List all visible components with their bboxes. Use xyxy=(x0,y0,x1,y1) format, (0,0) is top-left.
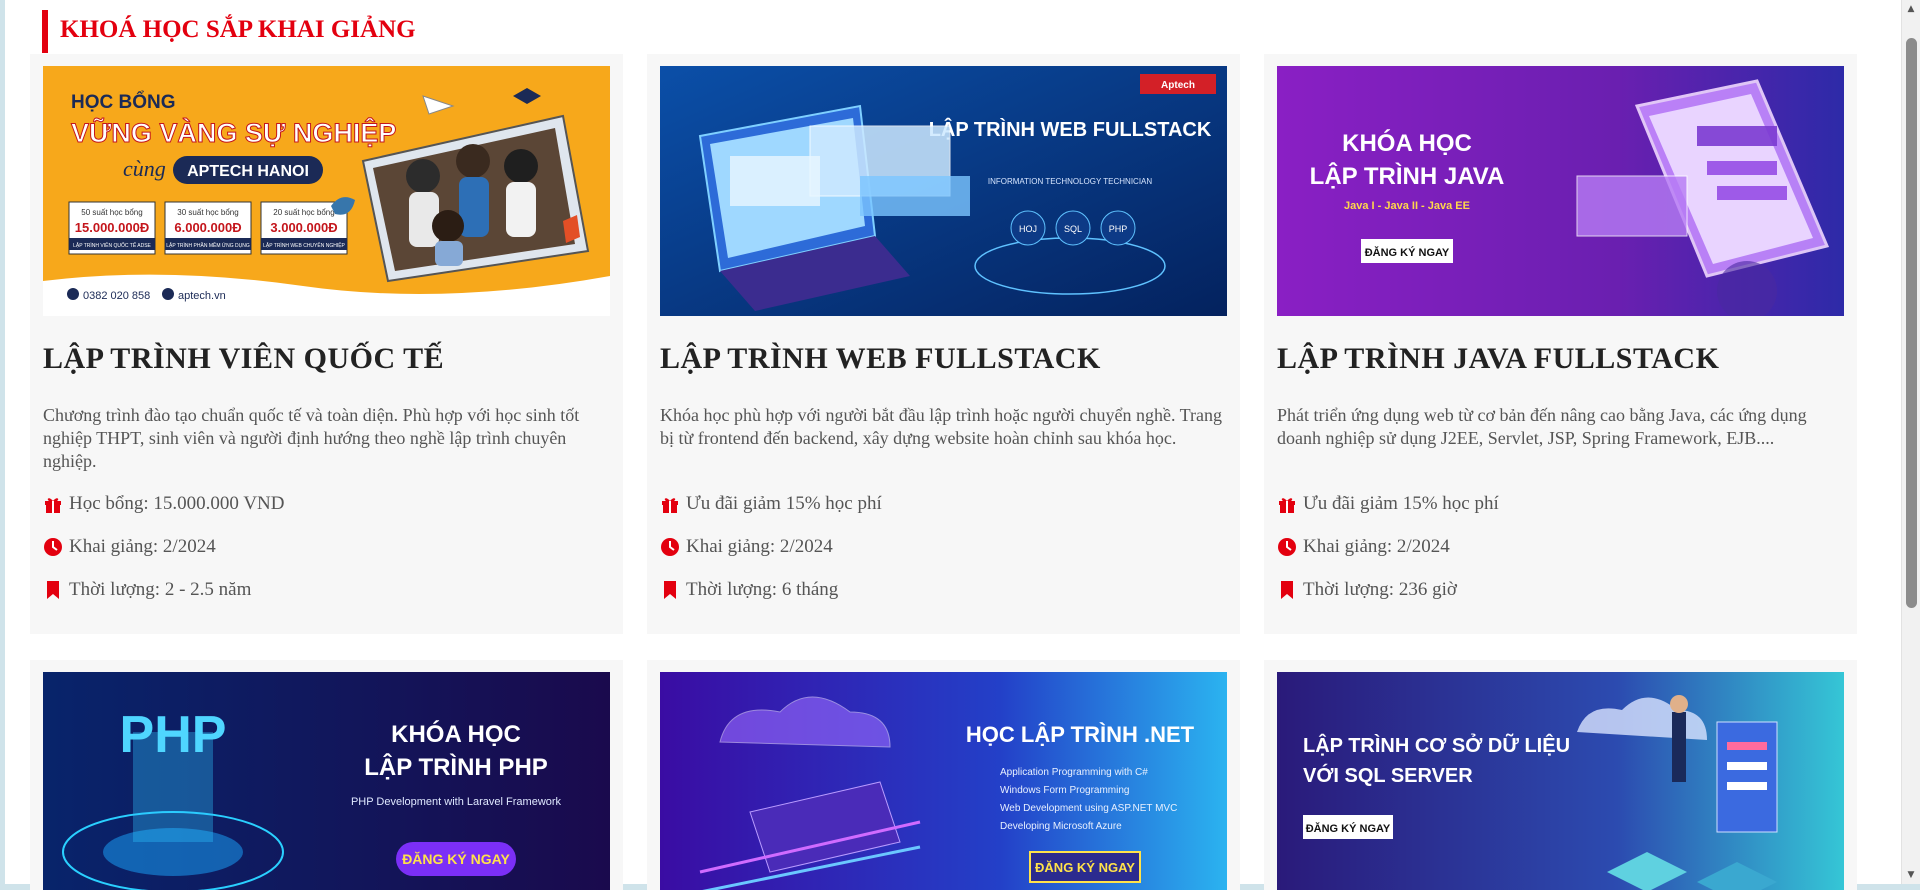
banner-line2: VỮNG VÀNG SỰ NGHIỆP xyxy=(71,117,396,148)
course-title[interactable]: LẬP TRÌNH WEB FULLSTACK xyxy=(660,342,1227,376)
course-start: Khai giảng: 2/2024 xyxy=(1277,536,1450,558)
banner-bullet-4: Developing Microsoft Azure xyxy=(1000,821,1122,832)
clock-icon xyxy=(1278,538,1296,556)
course-title[interactable]: LẬP TRÌNH VIÊN QUỐC TẾ xyxy=(43,342,610,376)
course-duration-text: Thời lượng: 236 giờ xyxy=(1303,579,1457,600)
banner-heading: LẬP TRÌNH WEB FULLSTACK xyxy=(929,117,1212,141)
banner-cta: ĐĂNG KÝ NGAY xyxy=(1365,246,1450,259)
banner-line3: cùng xyxy=(123,156,166,181)
scholarship-3-sub: LẬP TRÌNH WEB CHUYÊN NGHIỆP xyxy=(263,241,345,249)
clock-icon xyxy=(661,538,679,556)
bookmark-icon xyxy=(664,581,676,599)
course-start-text: Khai giảng: 2/2024 xyxy=(1303,536,1450,557)
course-offer: Học bổng: 15.000.000 VND xyxy=(43,493,285,515)
scholarship-1-sub: LẬP TRÌNH VIÊN QUỐC TẾ ADSE xyxy=(73,241,151,249)
banner-cta: ĐĂNG KÝ NGAY xyxy=(1035,860,1135,875)
course-banner-image[interactable]: HỌC BỔNG VỮNG VÀNG SỰ NGHIỆP cùng APTECH… xyxy=(43,66,610,316)
course-duration: Thời lượng: 2 - 2.5 năm xyxy=(43,579,251,601)
gift-icon xyxy=(1279,498,1295,513)
vertical-scrollbar[interactable]: ▲ ▼ xyxy=(1901,0,1920,884)
banner-tag-2: SQL xyxy=(1064,224,1082,234)
course-duration: Thời lượng: 236 giờ xyxy=(1277,579,1457,601)
banner-logo: Aptech xyxy=(1161,80,1195,91)
banner-heading-1: LẬP TRÌNH CƠ SỞ DỮ LIỆU xyxy=(1303,733,1570,757)
banner-phone: 0382 020 858 xyxy=(83,290,150,302)
banner-bullet-3: Web Development using ASP.NET MVC xyxy=(1000,803,1177,814)
banner-sub: PHP Development with Laravel Framework xyxy=(351,796,562,808)
course-card-international[interactable]: HỌC BỔNG VỮNG VÀNG SỰ NGHIỆP cùng APTECH… xyxy=(30,54,623,634)
banner-site: aptech.vn xyxy=(178,290,226,302)
course-duration: Thời lượng: 6 tháng xyxy=(660,579,838,601)
course-banner-image[interactable]: KHÓA HỌC LẬP TRÌNH JAVA Java I - Java II… xyxy=(1277,66,1844,316)
banner-cta: ĐĂNG KÝ NGAY xyxy=(1306,822,1391,835)
gift-icon xyxy=(45,498,61,513)
course-banner-image[interactable]: HỌC LẬP TRÌNH .NET Application Programmi… xyxy=(660,672,1227,890)
course-duration-text: Thời lượng: 6 tháng xyxy=(686,579,839,600)
banner-line1: HỌC BỔNG xyxy=(71,91,176,113)
bookmark-icon xyxy=(1281,581,1293,599)
banner-heading-1: KHÓA HỌC xyxy=(1342,129,1472,157)
banner-bullet-1: Application Programming with C# xyxy=(1000,767,1148,778)
section-title: KHOÁ HỌC SẮP KHAI GIẢNG xyxy=(42,10,416,53)
scholarship-3-label: 20 suất học bổng xyxy=(273,208,334,217)
banner-sub: Java I - Java II - Java EE xyxy=(1344,200,1470,212)
banner-bullet-2: Windows Form Programming xyxy=(1000,785,1129,796)
course-banner-image[interactable]: LẬP TRÌNH CƠ SỞ DỮ LIỆU VỚI SQL SERVER Đ… xyxy=(1277,672,1844,890)
scholarship-2-value: 6.000.000Đ xyxy=(174,220,241,235)
course-offer: Ưu đãi giảm 15% học phí xyxy=(1277,493,1499,515)
scholarship-3-value: 3.000.000Đ xyxy=(270,220,337,235)
banner-brand: APTECH HANOI xyxy=(187,163,309,180)
course-offer: Ưu đãi giảm 15% học phí xyxy=(660,493,882,515)
banner-logo: PHP xyxy=(120,706,227,764)
scholarship-2-label: 30 suất học bổng xyxy=(177,208,238,217)
banner-heading-1: KHÓA HỌC xyxy=(391,720,521,748)
gift-icon xyxy=(662,498,678,513)
course-start-text: Khai giảng: 2/2024 xyxy=(69,536,216,557)
course-duration-text: Thời lượng: 2 - 2.5 năm xyxy=(69,579,252,600)
course-title[interactable]: LẬP TRÌNH JAVA FULLSTACK xyxy=(1277,342,1844,376)
course-card-java-fullstack[interactable]: KHÓA HỌC LẬP TRÌNH JAVA Java I - Java II… xyxy=(1264,54,1857,634)
banner-tag-3: PHP xyxy=(1109,224,1128,234)
scroll-down-arrow-icon[interactable]: ▼ xyxy=(1906,870,1916,880)
bookmark-icon xyxy=(47,581,59,599)
scroll-up-arrow-icon[interactable]: ▲ xyxy=(1906,4,1916,14)
scholarship-1-label: 50 suất học bổng xyxy=(81,208,142,217)
course-banner-image[interactable]: PHP KHÓA HỌC LẬP TRÌNH PHP PHP Developme… xyxy=(43,672,610,890)
banner-heading-2: LẬP TRÌNH JAVA xyxy=(1310,162,1505,190)
course-start-text: Khai giảng: 2/2024 xyxy=(686,536,833,557)
banner-tag-1: HOJ xyxy=(1019,224,1037,234)
banner-cta: ĐĂNG KÝ NGAY xyxy=(402,850,510,867)
banner-sub: INFORMATION TECHNOLOGY TECHNICIAN xyxy=(988,177,1153,186)
course-offer-text: Ưu đãi giảm 15% học phí xyxy=(686,493,882,514)
banner-heading: HỌC LẬP TRÌNH .NET xyxy=(966,722,1195,747)
scholarship-1-value: 15.000.000Đ xyxy=(75,220,149,235)
course-card-web-fullstack[interactable]: Aptech LẬP TRÌNH WEB FULLSTACK INFORMATI… xyxy=(647,54,1240,634)
course-start: Khai giảng: 2/2024 xyxy=(43,536,216,558)
window-frame-left xyxy=(0,0,5,890)
course-start: Khai giảng: 2/2024 xyxy=(660,536,833,558)
course-offer-text: Ưu đãi giảm 15% học phí xyxy=(1303,493,1499,514)
course-banner-image[interactable]: Aptech LẬP TRÌNH WEB FULLSTACK INFORMATI… xyxy=(660,66,1227,316)
course-offer-text: Học bổng: 15.000.000 VND xyxy=(69,493,285,514)
scholarship-2-sub: LẬP TRÌNH PHẦN MỀM ỨNG DỤNG xyxy=(166,242,250,249)
course-card-php[interactable]: PHP KHÓA HỌC LẬP TRÌNH PHP PHP Developme… xyxy=(30,660,623,890)
clock-icon xyxy=(44,538,62,556)
course-card-sql-server[interactable]: LẬP TRÌNH CƠ SỞ DỮ LIỆU VỚI SQL SERVER Đ… xyxy=(1264,660,1857,890)
course-description: Phát triển ứng dụng web từ cơ bản đến nâ… xyxy=(1277,405,1807,448)
course-description: Chương trình đào tạo chuẩn quốc tế và to… xyxy=(43,405,580,471)
scrollbar-thumb[interactable] xyxy=(1906,38,1917,608)
banner-heading-2: LẬP TRÌNH PHP xyxy=(364,753,548,781)
banner-heading-2: VỚI SQL SERVER xyxy=(1303,763,1473,787)
course-card-dotnet[interactable]: HỌC LẬP TRÌNH .NET Application Programmi… xyxy=(647,660,1240,890)
course-description: Khóa học phù hợp với người bắt đầu lập t… xyxy=(660,405,1222,448)
